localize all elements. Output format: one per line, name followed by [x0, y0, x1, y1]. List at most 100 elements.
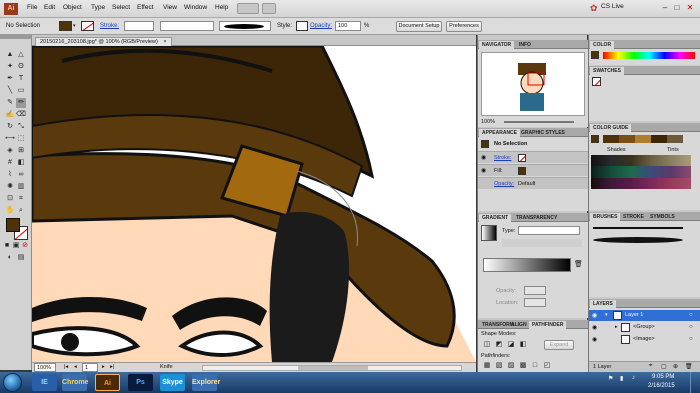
minus-back-icon[interactable]: ◰ — [542, 361, 552, 371]
close-icon[interactable]: ✕ — [685, 3, 695, 13]
tab-pathfinder[interactable]: PATHFINDER — [529, 321, 567, 329]
maximize-icon[interactable]: □ — [672, 3, 682, 13]
paintbrush-tool-icon[interactable]: ✎ — [5, 98, 15, 108]
tray-network-icon[interactable]: ▮ — [620, 375, 623, 382]
variable-width-field[interactable] — [160, 21, 214, 31]
column-graph-tool-icon[interactable]: ▥ — [16, 182, 26, 192]
tab-color[interactable]: COLOR — [590, 41, 615, 49]
direct-selection-tool-icon[interactable]: △ — [16, 50, 26, 60]
draw-mode-icon[interactable]: ◐ — [5, 253, 15, 263]
visibility-eye-icon[interactable]: ◉ — [592, 324, 597, 331]
taskbar-chrome[interactable]: Chrome — [62, 374, 88, 391]
layer-name[interactable]: Layer 1 — [625, 312, 643, 318]
eraser-tool-icon[interactable]: ⌫ — [16, 110, 26, 120]
navigator-preview[interactable] — [481, 52, 585, 116]
menu-help[interactable]: Help — [215, 4, 228, 11]
menu-select[interactable]: Select — [112, 4, 130, 11]
tools-panel-grip[interactable] — [0, 35, 31, 39]
layer-row[interactable]: ◉ ▸ <Group> ○ — [589, 322, 700, 333]
scale-tool-icon[interactable]: ⤡ — [16, 122, 26, 132]
minus-front-icon[interactable]: ◩ — [494, 340, 504, 350]
navigator-zoom-value[interactable]: 100% — [481, 119, 495, 125]
brush-stroke-thin[interactable] — [593, 227, 683, 229]
last-artboard-icon[interactable]: ▸| — [110, 364, 114, 370]
document-setup-button[interactable]: Document Setup — [396, 21, 442, 32]
tab-graphic-styles[interactable]: GRAPHIC STYLES — [518, 129, 568, 137]
base-color-swatch[interactable] — [591, 135, 599, 143]
visibility-eye-icon[interactable]: ◉ — [592, 312, 597, 319]
tray-volume-icon[interactable]: ♪ — [632, 375, 635, 381]
layer-row[interactable]: ◉ ▾ Layer 1 ○ — [589, 310, 700, 321]
cs-live-label[interactable]: CS Live — [601, 3, 624, 10]
taskbar-photoshop[interactable]: Ps — [128, 374, 153, 391]
merge-icon[interactable]: ▨ — [506, 361, 516, 371]
appearance-fill-row[interactable]: ◉ Fill: — [478, 164, 588, 176]
menu-edit[interactable]: Edit — [44, 4, 55, 11]
appearance-stroke-row[interactable]: ◉ Stroke: — [478, 151, 588, 163]
pen-tool-icon[interactable]: ✒ — [5, 74, 15, 84]
scroll-thumb[interactable] — [298, 366, 368, 370]
tab-appearance[interactable]: APPEARANCE — [479, 129, 521, 137]
appearance-opacity-link[interactable]: Opacity: — [494, 181, 514, 187]
stroke-weight-field[interactable] — [124, 21, 154, 31]
shades-tints-grid[interactable] — [591, 155, 691, 189]
tab-gradient[interactable]: GRADIENT — [479, 214, 512, 222]
none-swatch[interactable] — [592, 77, 601, 86]
navigator-zoom-slider[interactable] — [504, 121, 574, 123]
line-tool-icon[interactable]: ╲ — [5, 86, 15, 96]
previous-artboard-icon[interactable]: ◂ — [74, 364, 77, 370]
layer-name[interactable]: <Group> — [633, 324, 655, 330]
width-tool-icon[interactable]: ⟷ — [5, 134, 15, 144]
opacity-link[interactable]: Opacity: — [310, 23, 332, 29]
expand-button[interactable]: Expand — [544, 340, 574, 350]
start-button[interactable] — [3, 373, 22, 392]
zoom-select[interactable]: 100% — [34, 363, 56, 372]
menu-view[interactable]: View — [163, 4, 177, 11]
close-tab-icon[interactable]: × — [163, 39, 166, 45]
disclosure-triangle-icon[interactable]: ▾ — [605, 312, 608, 318]
tab-layers[interactable]: LAYERS — [590, 300, 616, 308]
blend-tool-icon[interactable]: ∞ — [16, 170, 26, 180]
appearance-opacity-row[interactable]: Opacity: Default — [478, 177, 588, 189]
rectangle-tool-icon[interactable]: ▭ — [16, 86, 26, 96]
horizontal-scrollbar[interactable] — [202, 365, 462, 371]
tab-transparency[interactable]: TRANSPARENCY — [513, 214, 560, 222]
next-artboard-icon[interactable]: ▸ — [102, 364, 105, 370]
visibility-eye-icon[interactable]: ◉ — [481, 154, 486, 161]
canvas[interactable] — [32, 46, 476, 362]
outline-icon[interactable]: □ — [530, 361, 540, 371]
make-clipping-mask-icon[interactable]: ▢ — [661, 363, 667, 370]
gradient-type-select[interactable] — [518, 226, 580, 235]
target-circle-icon[interactable]: ○ — [689, 324, 693, 330]
disclosure-triangle-icon[interactable]: ▸ — [615, 324, 618, 330]
style-swatch[interactable] — [296, 21, 308, 31]
tab-swatches[interactable]: SWATCHES — [590, 67, 624, 75]
tab-color-guide[interactable]: COLOR GUIDE — [590, 124, 632, 132]
menu-type[interactable]: Type — [91, 4, 105, 11]
divide-icon[interactable]: ▦ — [482, 361, 492, 371]
layer-row[interactable]: ◉ <Image> ○ — [589, 334, 700, 345]
slice-tool-icon[interactable]: ⌗ — [16, 194, 26, 204]
show-desktop-button[interactable] — [690, 372, 700, 393]
tab-align[interactable]: ALIGN — [508, 321, 530, 329]
delete-stop-icon[interactable]: 🗑 — [574, 260, 583, 268]
unite-icon[interactable]: ◫ — [482, 340, 492, 350]
symbol-sprayer-tool-icon[interactable]: ✺ — [5, 182, 15, 192]
locate-object-icon[interactable]: ⌖ — [649, 363, 652, 370]
taskbar-ie[interactable]: IE — [32, 374, 57, 391]
selection-tool-icon[interactable]: ▲ — [5, 50, 15, 60]
opacity-field[interactable]: 100 — [335, 21, 361, 31]
minimize-icon[interactable]: – — [660, 3, 670, 13]
artboard-number-field[interactable]: 1 — [82, 363, 98, 372]
harmony-strip[interactable] — [603, 135, 683, 143]
taskbar-illustrator[interactable]: Ai — [95, 374, 120, 391]
taskbar-skype[interactable]: Skype — [160, 374, 185, 391]
magic-wand-tool-icon[interactable]: ✦ — [5, 62, 15, 72]
mesh-tool-icon[interactable]: # — [5, 158, 15, 168]
tray-time[interactable]: 9:05 PM — [652, 374, 674, 380]
eyedropper-tool-icon[interactable]: ⌇ — [5, 170, 15, 180]
shape-builder-tool-icon[interactable]: ◈ — [5, 146, 15, 156]
new-sublayer-icon[interactable]: ⊕ — [673, 363, 678, 370]
stroke-swatch[interactable] — [81, 21, 94, 31]
appearance-stroke-swatch[interactable] — [518, 154, 526, 162]
